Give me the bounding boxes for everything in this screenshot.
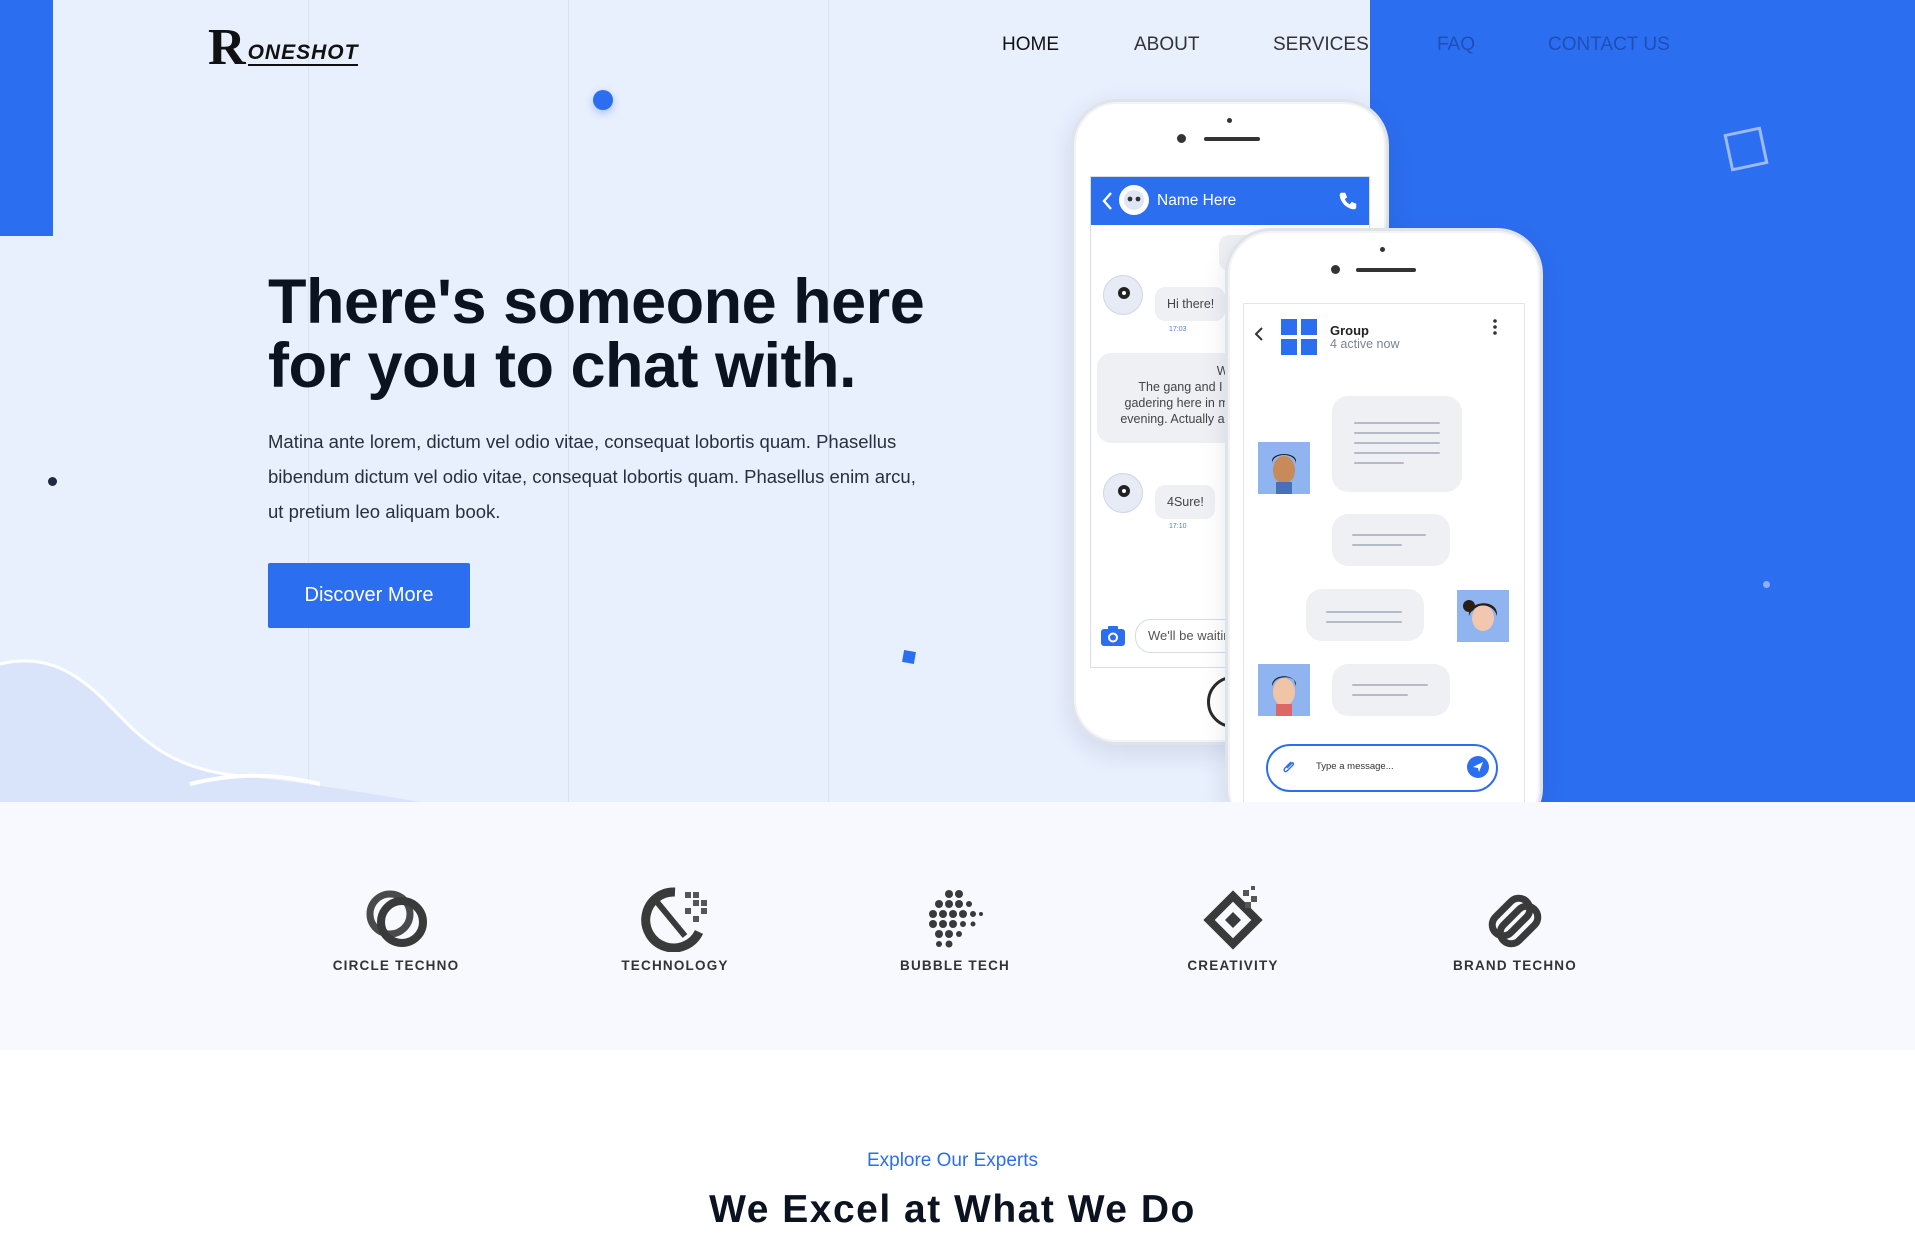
chat-bubble-group bbox=[1332, 396, 1462, 492]
discover-more-button[interactable]: Discover More bbox=[268, 563, 470, 628]
dotted-globe-icon bbox=[929, 890, 983, 948]
message-input[interactable]: Type a message... bbox=[1266, 744, 1498, 792]
person-face-icon bbox=[1463, 600, 1498, 631]
user-avatar-female bbox=[1457, 590, 1509, 642]
message-line: gadering here in my bbox=[1124, 396, 1235, 410]
wave-decoration bbox=[0, 659, 420, 802]
message-time: 17:10 bbox=[1169, 523, 1187, 530]
message-input-text: We'll be waitir bbox=[1148, 628, 1228, 643]
decor-square-outline bbox=[1723, 126, 1769, 172]
technology-pixel-icon bbox=[641, 887, 707, 952]
chat-bubble-group bbox=[1332, 514, 1450, 566]
back-arrow-icon[interactable] bbox=[1254, 326, 1264, 342]
message-time: 17:03 bbox=[1169, 326, 1187, 333]
nav-about[interactable]: ABOUT bbox=[1134, 34, 1199, 56]
bot-avatar bbox=[1103, 473, 1143, 513]
logo-wordmark: ONESHOT bbox=[247, 41, 359, 66]
robot-face-icon bbox=[1124, 190, 1144, 210]
message-line: evening. Actually arc bbox=[1120, 412, 1235, 426]
robot-face-icon bbox=[1118, 287, 1130, 299]
phone-camera bbox=[1331, 265, 1340, 274]
decor-dot bbox=[1763, 581, 1770, 588]
decor-dot bbox=[48, 477, 57, 486]
message-text: Hi there! bbox=[1167, 297, 1215, 311]
group-title: Group bbox=[1330, 323, 1369, 338]
brand-techno-stripes-icon bbox=[1488, 894, 1542, 948]
send-icon bbox=[1473, 762, 1483, 772]
more-vertical-icon[interactable] bbox=[1492, 318, 1498, 336]
phone-speaker bbox=[1356, 268, 1416, 272]
section-kicker: Explore Our Experts bbox=[866, 1150, 1039, 1171]
brand-label: BUBBLE TECH bbox=[900, 958, 1010, 973]
circle-rings-icon bbox=[366, 890, 427, 947]
lead-line-3: ut pretium leo aliquam book. bbox=[268, 501, 501, 522]
contact-name: Name Here bbox=[1157, 192, 1237, 209]
hero-section: R ONESHOT HOME ABOUT SERVICES FAQ CONTAC… bbox=[0, 0, 1915, 802]
brand-logo[interactable]: R ONESHOT bbox=[208, 19, 359, 76]
person-face-icon bbox=[1272, 676, 1297, 716]
message-placeholder: Type a message... bbox=[1316, 761, 1394, 772]
grid-line bbox=[828, 0, 829, 802]
robot-face-icon bbox=[1118, 485, 1130, 497]
chat-bubble-incoming: 4Sure! bbox=[1155, 485, 1215, 519]
phone-camera bbox=[1177, 134, 1186, 143]
logo-letter: R bbox=[208, 19, 246, 76]
back-arrow-icon[interactable] bbox=[1101, 191, 1113, 211]
send-button[interactable] bbox=[1467, 756, 1489, 778]
headline-line-1: There's someone here bbox=[268, 267, 925, 337]
chat-bubble-group bbox=[1332, 664, 1450, 716]
brand-logo-brand-techno: BRAND TECHNO bbox=[1420, 884, 1610, 973]
chat-header: Name Here bbox=[1091, 177, 1369, 225]
user-avatar-male-2 bbox=[1258, 664, 1310, 716]
brand-logos-strip: CIRCLE TECHNO TECHNOLOGY BUBBLE TECH CRE… bbox=[0, 802, 1915, 1050]
phone-call-icon[interactable] bbox=[1337, 190, 1359, 212]
accent-bar-left bbox=[0, 0, 53, 236]
phone-mockup-front: Group 4 active now Type a message... bbox=[1225, 228, 1543, 802]
attachment-icon[interactable] bbox=[1282, 759, 1296, 775]
message-text: 4Sure! bbox=[1167, 495, 1204, 509]
creativity-diamond-icon bbox=[1203, 886, 1263, 950]
lead-line-2: bibendum dictum vel odio vitae, consequa… bbox=[268, 466, 916, 487]
message-line: The gang and I w bbox=[1138, 380, 1235, 394]
nav-contact-us[interactable]: CONTACT US bbox=[1548, 34, 1670, 56]
brand-label: TECHNOLOGY bbox=[621, 958, 729, 973]
hero-headline: There's someone here for you to chat wit… bbox=[268, 270, 988, 398]
brand-label: CIRCLE TECHNO bbox=[332, 958, 460, 973]
phone-screen: Group 4 active now Type a message... bbox=[1243, 303, 1525, 802]
decor-dot bbox=[593, 90, 613, 110]
phone-speaker bbox=[1204, 137, 1260, 141]
decor-square bbox=[902, 650, 916, 664]
brand-logo-technology: TECHNOLOGY bbox=[580, 884, 770, 973]
brand-logo-circle-techno: CIRCLE TECHNO bbox=[301, 884, 491, 973]
brand-logo-bubble-tech: BUBBLE TECH bbox=[860, 884, 1050, 973]
camera-icon[interactable] bbox=[1100, 625, 1126, 647]
brand-label: CREATIVITY bbox=[1187, 958, 1279, 973]
person-face-icon bbox=[1272, 454, 1296, 494]
contact-avatar bbox=[1119, 185, 1149, 215]
phone-sensor bbox=[1227, 118, 1232, 123]
user-avatar-male bbox=[1258, 442, 1310, 494]
headline-line-2: for you to chat with. bbox=[268, 331, 856, 401]
group-grid-icon bbox=[1281, 319, 1317, 355]
message-text-block: Wa The gang and I w gadering here in my … bbox=[1095, 363, 1235, 427]
chat-bubble-incoming: Hi there! bbox=[1155, 287, 1225, 321]
nav-faq[interactable]: FAQ bbox=[1437, 34, 1475, 56]
grid-line bbox=[568, 0, 569, 802]
section-title: We Excel at What We Do bbox=[709, 1188, 1196, 1231]
lead-line-1: Matina ante lorem, dictum vel odio vitae… bbox=[268, 431, 897, 452]
bot-avatar bbox=[1103, 275, 1143, 315]
brand-label: BRAND TECHNO bbox=[1453, 958, 1577, 973]
brand-logo-creativity: CREATIVITY bbox=[1138, 884, 1328, 973]
nav-home[interactable]: HOME bbox=[1002, 34, 1059, 56]
hero-lead: Matina ante lorem, dictum vel odio vitae… bbox=[268, 424, 948, 529]
group-subtitle: 4 active now bbox=[1330, 337, 1400, 351]
nav-services[interactable]: SERVICES bbox=[1273, 34, 1369, 56]
chat-bubble-group bbox=[1306, 589, 1424, 641]
phone-sensor bbox=[1380, 247, 1385, 252]
